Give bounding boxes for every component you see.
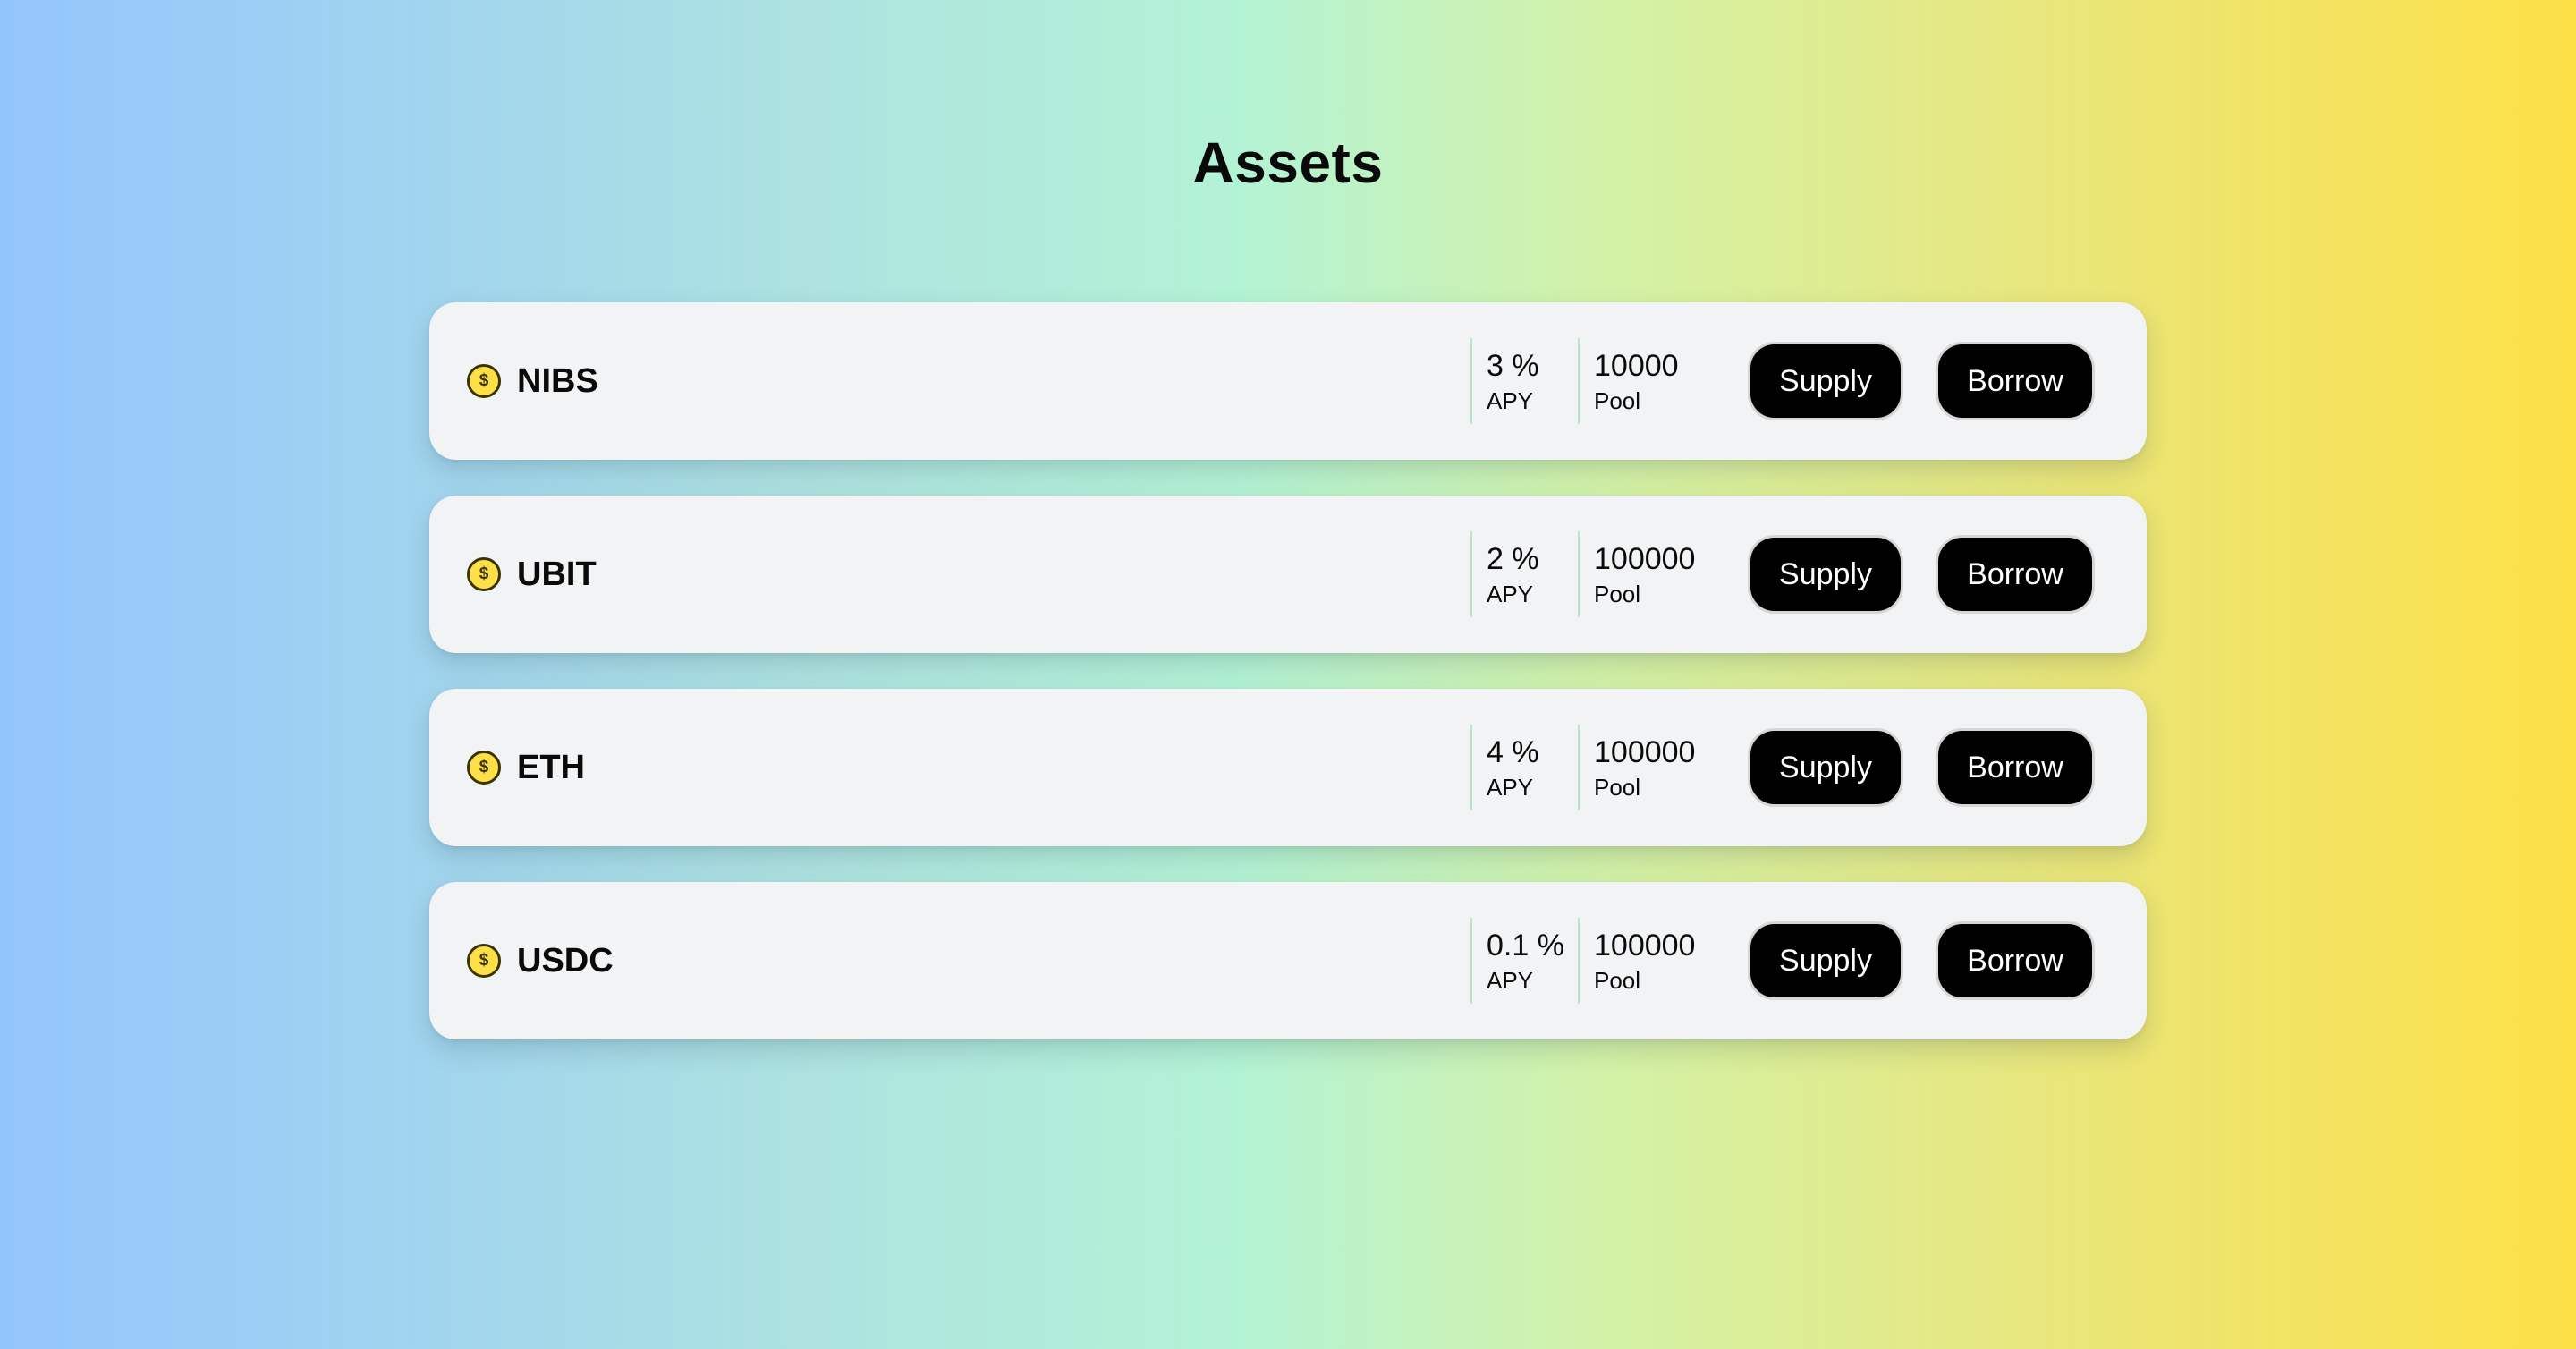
asset-row-eth: $ ETH 4 % APY 100000 Pool Supply Borrow <box>429 689 2147 846</box>
asset-symbol: NIBS <box>517 361 598 400</box>
asset-symbol: UBIT <box>517 555 597 593</box>
pool-value: 100000 <box>1594 929 1696 963</box>
dollar-coin-icon: $ <box>467 944 501 978</box>
apy-value: 3 % <box>1487 349 1539 383</box>
apy-value: 0.1 % <box>1487 929 1564 963</box>
apy-value: 4 % <box>1487 735 1539 769</box>
asset-symbol: ETH <box>517 748 585 786</box>
pool-stat: 10000 Pool <box>1578 338 1712 424</box>
pool-label: Pool <box>1594 581 1641 607</box>
dollar-coin-icon: $ <box>467 751 501 785</box>
pool-label: Pool <box>1594 387 1641 414</box>
borrow-button[interactable]: Borrow <box>1936 728 2095 807</box>
dollar-coin-icon: $ <box>467 364 501 398</box>
apy-label: APY <box>1487 581 1534 607</box>
apy-label: APY <box>1487 387 1534 414</box>
supply-button[interactable]: Supply <box>1748 921 1903 1000</box>
apy-stat: 2 % APY <box>1470 531 1578 617</box>
dollar-coin-icon: $ <box>467 557 501 591</box>
asset-row-ubit: $ UBIT 2 % APY 100000 Pool Supply Borrow <box>429 496 2147 653</box>
asset-row-nibs: $ NIBS 3 % APY 10000 Pool Supply Borrow <box>429 302 2147 460</box>
apy-value: 2 % <box>1487 542 1539 576</box>
pool-label: Pool <box>1594 774 1641 801</box>
supply-button[interactable]: Supply <box>1748 342 1903 420</box>
apy-stat: 0.1 % APY <box>1470 918 1578 1004</box>
borrow-button[interactable]: Borrow <box>1936 921 2095 1000</box>
apy-stat: 3 % APY <box>1470 338 1578 424</box>
pool-value: 10000 <box>1594 349 1679 383</box>
pool-value: 100000 <box>1594 735 1696 769</box>
pool-stat: 100000 Pool <box>1578 725 1712 810</box>
apy-stat: 4 % APY <box>1470 725 1578 810</box>
asset-list: $ NIBS 3 % APY 10000 Pool Supply Borrow … <box>429 302 2147 1075</box>
pool-stat: 100000 Pool <box>1578 918 1712 1004</box>
pool-stat: 100000 Pool <box>1578 531 1712 617</box>
supply-button[interactable]: Supply <box>1748 535 1903 614</box>
pool-label: Pool <box>1594 967 1641 994</box>
pool-value: 100000 <box>1594 542 1696 576</box>
asset-symbol: USDC <box>517 941 614 980</box>
borrow-button[interactable]: Borrow <box>1936 535 2095 614</box>
page-title: Assets <box>1192 131 1384 195</box>
supply-button[interactable]: Supply <box>1748 728 1903 807</box>
apy-label: APY <box>1487 967 1534 994</box>
borrow-button[interactable]: Borrow <box>1936 342 2095 420</box>
apy-label: APY <box>1487 774 1534 801</box>
asset-row-usdc: $ USDC 0.1 % APY 100000 Pool Supply Borr… <box>429 882 2147 1039</box>
